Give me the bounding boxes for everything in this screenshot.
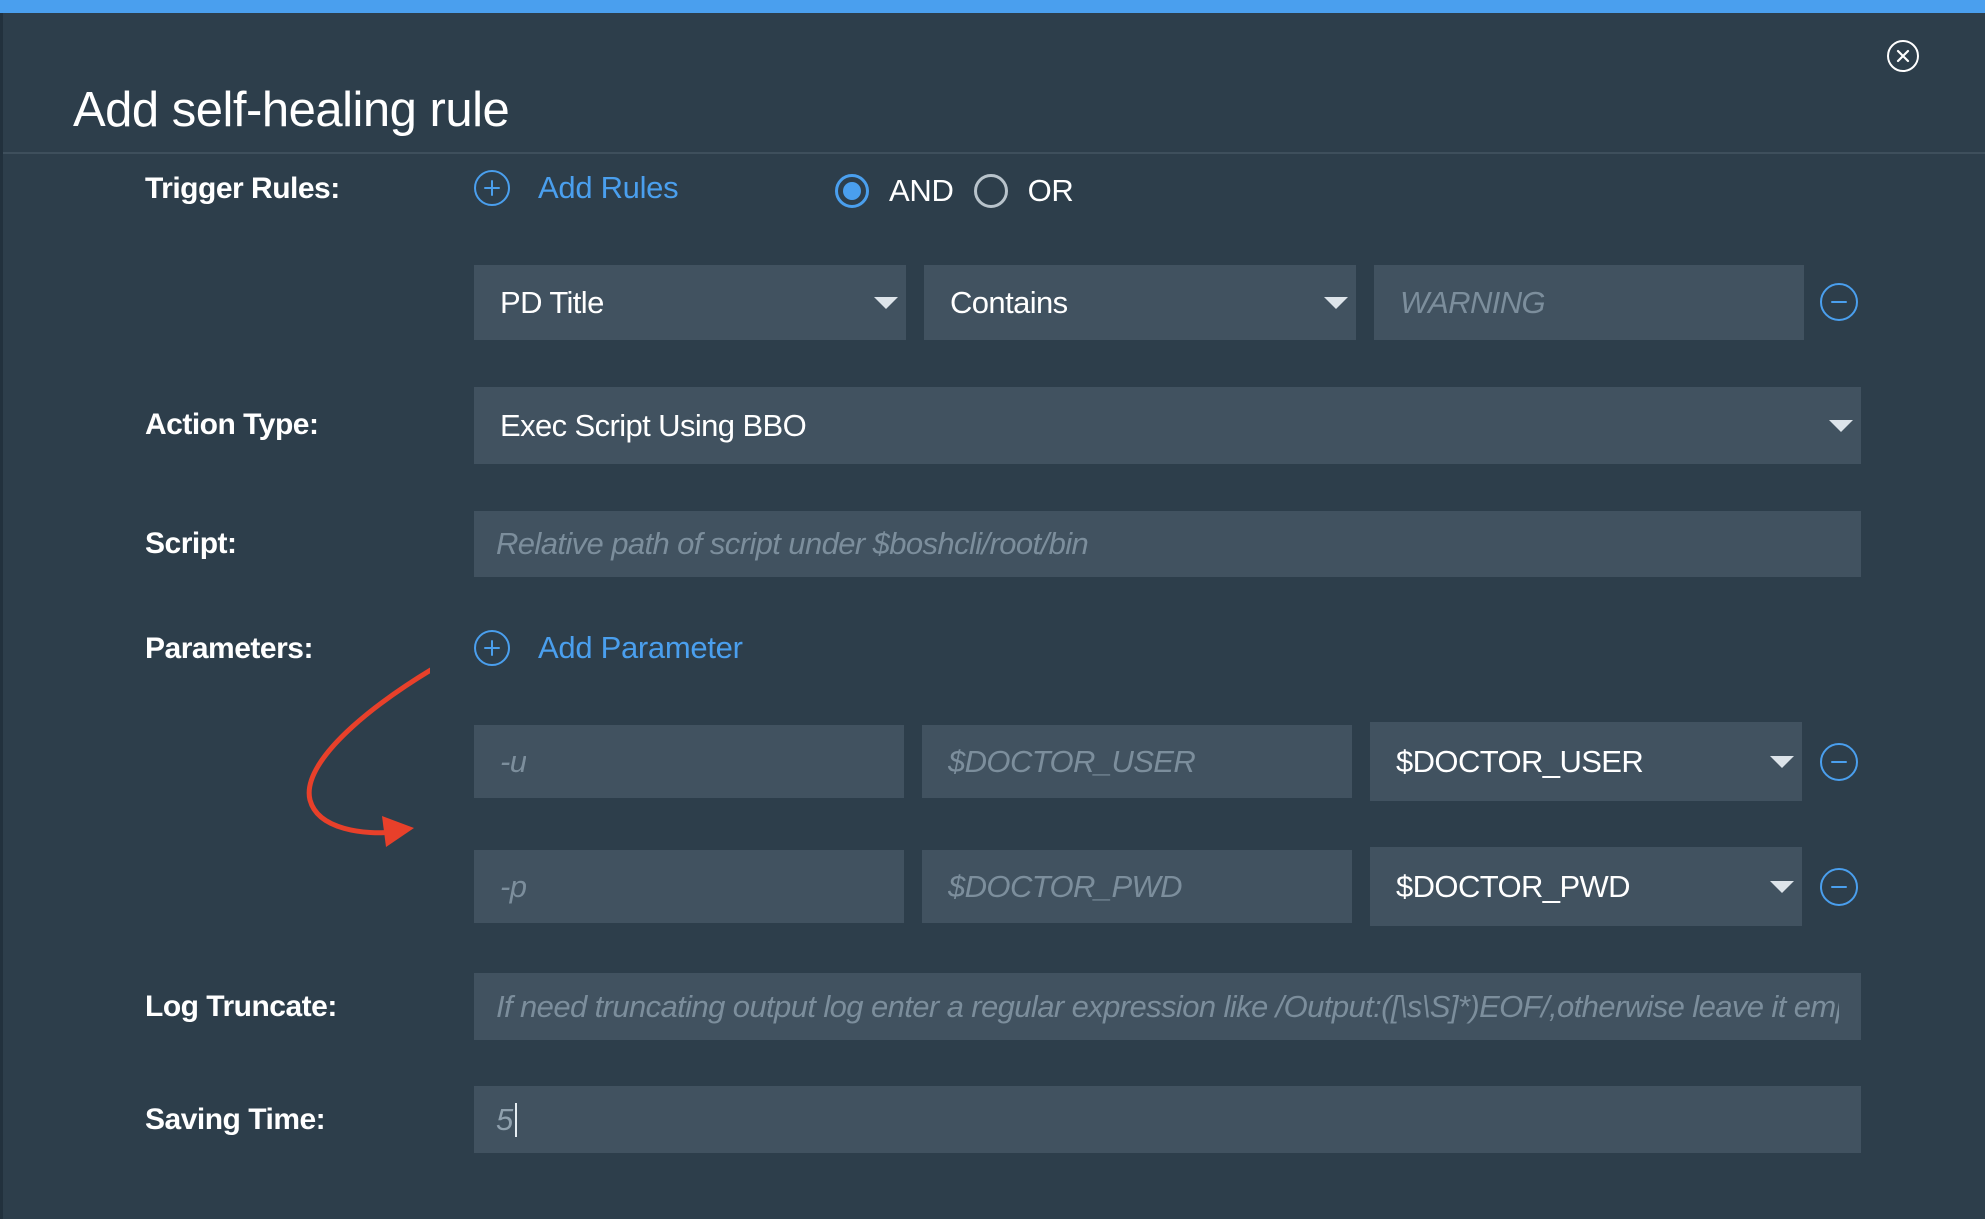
param-flag-input[interactable]: -u (474, 725, 904, 798)
remove-parameter-button[interactable] (1820, 743, 1858, 781)
add-rules-button[interactable]: Add Rules (474, 170, 679, 206)
annotation-arrow (306, 667, 430, 847)
chevron-down-icon (1770, 880, 1794, 893)
log-truncate-placeholder: If need truncating output log enter a re… (496, 988, 1839, 1024)
add-parameter-button[interactable]: Add Parameter (474, 630, 743, 666)
plus-circle-icon (474, 630, 510, 666)
script-label: Script: (145, 527, 237, 560)
action-type-label: Action Type: (145, 408, 319, 441)
action-type-select[interactable]: Exec Script Using BBO (474, 387, 1861, 464)
or-radio-label: OR (1027, 173, 1074, 208)
param-variable-select[interactable]: $DOCTOR_PWD (1370, 847, 1802, 926)
rule-value-placeholder: WARNING (1400, 284, 1546, 320)
chevron-down-icon (1324, 296, 1348, 309)
param-variable-value: $DOCTOR_PWD (1396, 868, 1631, 904)
remove-parameter-button[interactable] (1820, 868, 1858, 906)
param-flag-placeholder: -p (500, 868, 527, 904)
log-truncate-input[interactable]: If need truncating output log enter a re… (474, 973, 1861, 1040)
param-value-input[interactable]: $DOCTOR_USER (922, 725, 1352, 798)
and-radio[interactable] (835, 174, 869, 208)
add-parameter-label: Add Parameter (538, 630, 743, 665)
minus-circle-icon (1831, 886, 1847, 888)
remove-rule-button[interactable] (1820, 283, 1858, 321)
chevron-down-icon (874, 296, 898, 309)
script-placeholder: Relative path of script under $boshcli/r… (496, 526, 1089, 561)
minus-circle-icon (1831, 301, 1847, 303)
minus-circle-icon (1831, 761, 1847, 763)
plus-circle-icon (474, 170, 510, 206)
action-type-value: Exec Script Using BBO (500, 407, 807, 443)
chevron-down-icon (1829, 419, 1853, 432)
rule-field-select[interactable]: PD Title (474, 265, 906, 340)
param-value-placeholder: $DOCTOR_PWD (948, 868, 1182, 904)
param-value-placeholder: $DOCTOR_USER (948, 743, 1196, 779)
top-accent-bar (0, 0, 1985, 13)
header-divider (3, 152, 1985, 154)
and-radio-label: AND (889, 173, 954, 208)
logic-radio-group: AND OR (835, 173, 1093, 209)
param-variable-value: $DOCTOR_USER (1396, 743, 1644, 779)
text-cursor (514, 1102, 517, 1137)
script-input[interactable]: Relative path of script under $boshcli/r… (474, 511, 1861, 577)
rule-operator-value: Contains (950, 284, 1068, 320)
or-radio[interactable] (973, 174, 1008, 208)
param-value-input[interactable]: $DOCTOR_PWD (922, 850, 1352, 923)
dialog-left-edge (0, 13, 3, 1219)
close-button[interactable] (1887, 40, 1919, 72)
trigger-rules-label: Trigger Rules: (145, 172, 340, 205)
close-icon (1896, 49, 1910, 63)
add-rules-label: Add Rules (538, 170, 679, 205)
saving-time-label: Saving Time: (145, 1103, 326, 1136)
parameters-label: Parameters: (145, 632, 313, 665)
rule-value-input[interactable]: WARNING (1374, 265, 1804, 340)
saving-time-value: 5 (496, 1101, 513, 1137)
rule-field-value: PD Title (500, 284, 604, 320)
dialog-title: Add self-healing rule (73, 83, 510, 137)
param-flag-placeholder: -u (500, 743, 527, 779)
param-flag-input[interactable]: -p (474, 850, 904, 923)
saving-time-input[interactable]: 5 (474, 1086, 1861, 1153)
rule-operator-select[interactable]: Contains (924, 265, 1356, 340)
chevron-down-icon (1770, 755, 1794, 768)
log-truncate-label: Log Truncate: (145, 990, 337, 1023)
param-variable-select[interactable]: $DOCTOR_USER (1370, 722, 1802, 801)
